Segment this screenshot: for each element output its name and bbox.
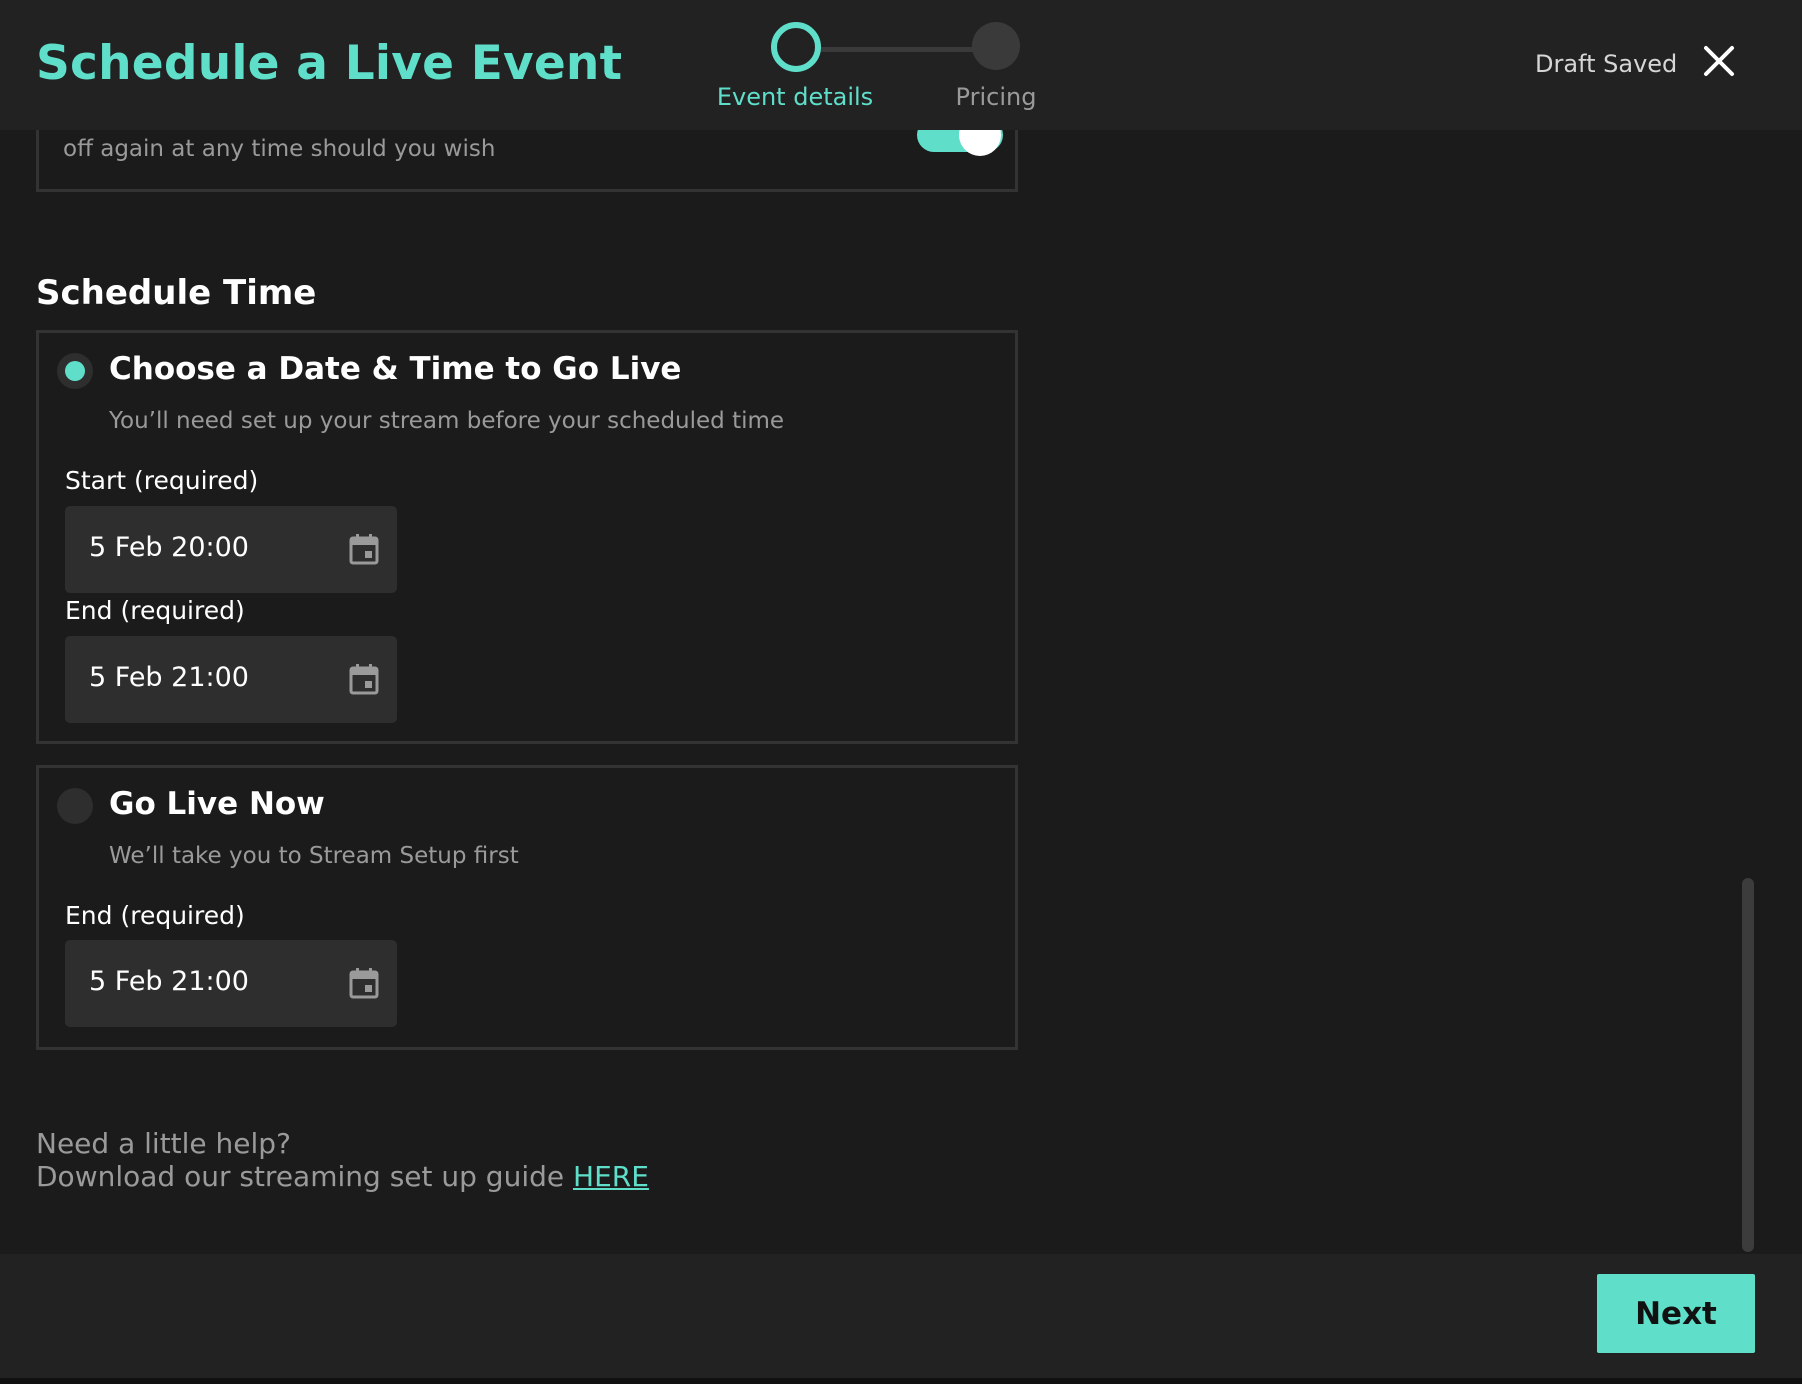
end-field-label: End (required) bbox=[65, 596, 245, 625]
page-title: Schedule a Live Event bbox=[36, 36, 623, 91]
end-date-value: 5 Feb 21:00 bbox=[89, 966, 249, 997]
start-field-label: Start (required) bbox=[65, 466, 259, 495]
end-field-label: End (required) bbox=[65, 901, 245, 930]
next-button[interactable]: Next bbox=[1597, 1274, 1755, 1353]
calendar-icon[interactable] bbox=[349, 967, 379, 999]
calendar-icon[interactable] bbox=[349, 533, 379, 565]
draft-saved-status: Draft Saved bbox=[1535, 50, 1678, 78]
scrollbar-thumb[interactable] bbox=[1742, 878, 1754, 1252]
event-details-form: off again at any time should you wish Sc… bbox=[0, 114, 1802, 1254]
option-description: You’ll need set up your stream before yo… bbox=[109, 408, 785, 434]
guide-download-link[interactable]: HERE bbox=[573, 1160, 649, 1193]
step-label-event-details[interactable]: Event details bbox=[695, 83, 895, 111]
end-date-field[interactable]: 5 Feb 21:00 bbox=[65, 940, 397, 1027]
scrollbar[interactable] bbox=[1742, 130, 1754, 1254]
step-label-pricing[interactable]: Pricing bbox=[896, 83, 1096, 111]
visibility-toggle-card: off again at any time should you wish bbox=[36, 114, 1018, 192]
end-date-value: 5 Feb 21:00 bbox=[89, 662, 249, 693]
start-date-field[interactable]: 5 Feb 20:00 bbox=[65, 506, 397, 593]
calendar-icon[interactable] bbox=[349, 663, 379, 695]
option-description: We’ll take you to Stream Setup first bbox=[109, 843, 519, 869]
start-date-value: 5 Feb 20:00 bbox=[89, 532, 249, 563]
stepper-track bbox=[795, 47, 995, 52]
header-bar: Schedule a Live Event Event details Pric… bbox=[0, 0, 1802, 130]
toggle-card-text: off again at any time should you wish bbox=[63, 136, 496, 162]
option-title: Choose a Date & Time to Go Live bbox=[109, 351, 682, 387]
radio-go-live-now[interactable] bbox=[57, 788, 93, 824]
radio-choose-date-time[interactable] bbox=[57, 353, 93, 389]
step-indicator-pricing[interactable] bbox=[972, 22, 1020, 70]
bottom-edge bbox=[0, 1378, 1802, 1384]
close-icon[interactable] bbox=[1702, 44, 1736, 78]
end-date-field[interactable]: 5 Feb 21:00 bbox=[65, 636, 397, 723]
option-title: Go Live Now bbox=[109, 786, 325, 822]
option-choose-date-time[interactable]: Choose a Date & Time to Go Live You’ll n… bbox=[36, 330, 1018, 744]
help-download-line: Download our streaming set up guide HERE bbox=[36, 1160, 649, 1193]
option-go-live-now[interactable]: Go Live Now We’ll take you to Stream Set… bbox=[36, 765, 1018, 1050]
help-question: Need a little help? bbox=[36, 1127, 291, 1160]
help-download-text: Download our streaming set up guide bbox=[36, 1160, 574, 1193]
footer-bar: Next bbox=[0, 1254, 1802, 1378]
schedule-time-heading: Schedule Time bbox=[36, 273, 317, 313]
schedule-live-event-page: Schedule a Live Event Event details Pric… bbox=[0, 0, 1802, 1384]
step-indicator-event-details[interactable] bbox=[771, 22, 821, 72]
